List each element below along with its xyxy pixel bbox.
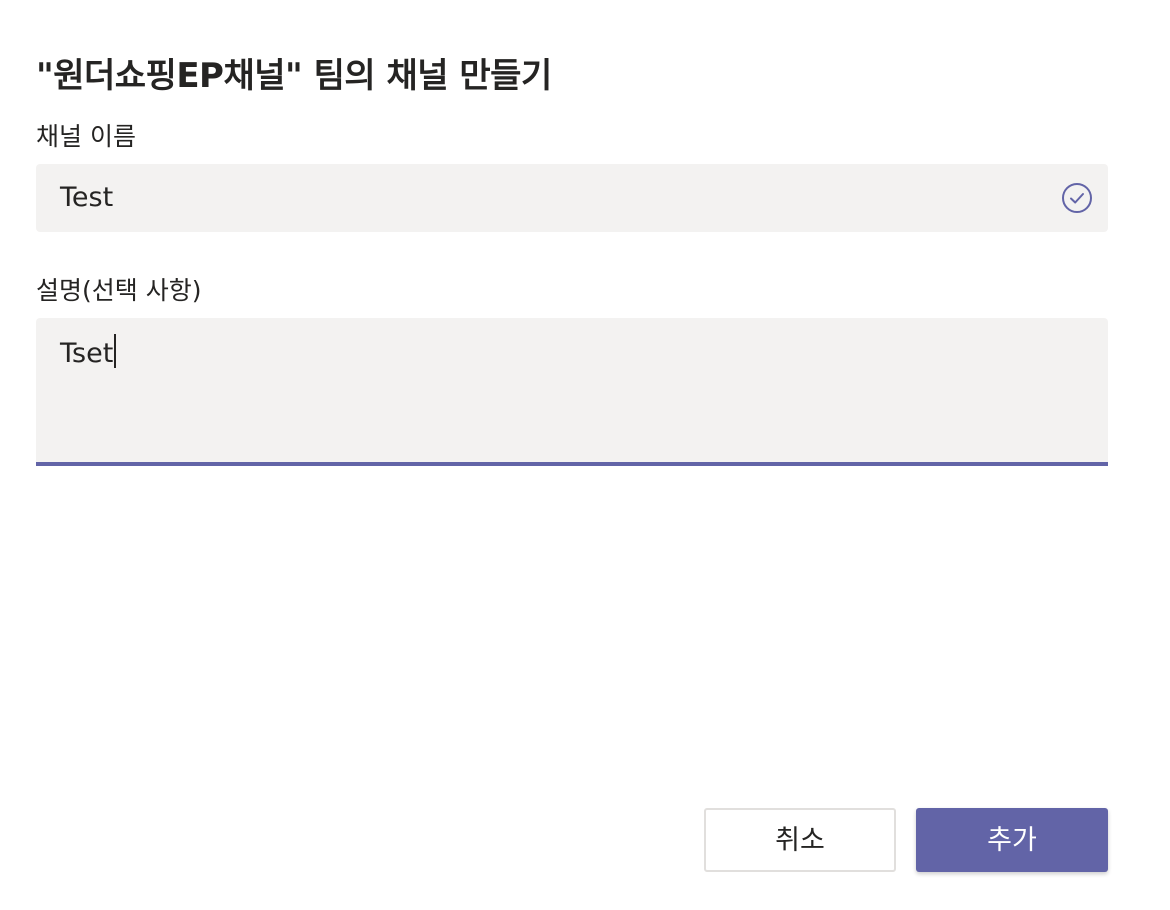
channel-name-input[interactable]: Test xyxy=(36,164,1108,232)
channel-name-value: Test xyxy=(60,182,114,213)
description-textarea[interactable]: Tset xyxy=(36,318,1108,466)
check-circle-icon xyxy=(1061,182,1093,214)
description-value: Tset xyxy=(60,338,114,369)
dialog-title: "원더쇼핑EP채널" 팀의 채널 만들기 xyxy=(36,56,552,96)
cancel-button[interactable]: 취소 xyxy=(704,808,896,872)
text-caret xyxy=(114,334,117,368)
create-channel-dialog: "원더쇼핑EP채널" 팀의 채널 만들기 채널 이름 Test 설명(선택 사항… xyxy=(0,0,1170,910)
add-button[interactable]: 추가 xyxy=(916,808,1108,872)
description-label: 설명(선택 사항) xyxy=(36,276,202,305)
channel-name-label: 채널 이름 xyxy=(36,122,136,151)
description-value-wrap: Tset xyxy=(60,334,117,373)
